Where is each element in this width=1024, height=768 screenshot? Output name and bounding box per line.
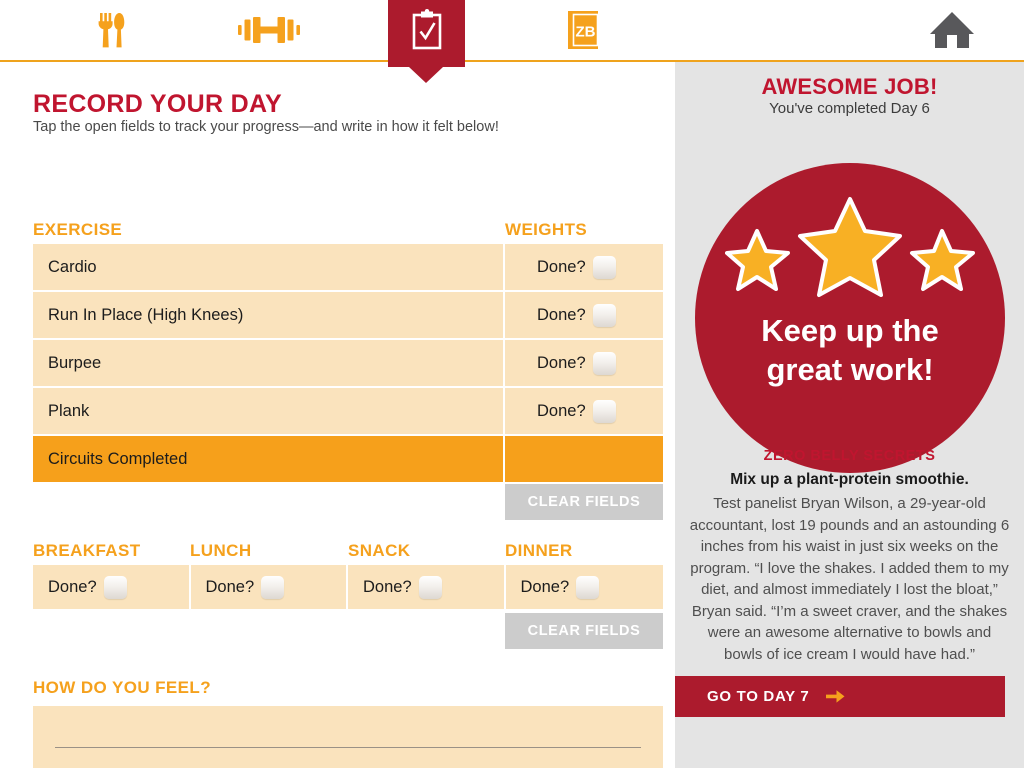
dumbbell-icon	[237, 15, 300, 45]
column-header-snack: SNACK	[348, 541, 411, 560]
zero-belly-secrets-kicker: ZERO BELLY SECRETS	[763, 448, 936, 464]
table-row[interactable]: Run In Place (High Knees) Done?	[33, 292, 663, 338]
go-to-day-7-button[interactable]: GO TO DAY 7	[675, 676, 1005, 717]
completion-badge: Keep up the great work!	[695, 163, 1005, 473]
three-stars-icon	[725, 197, 975, 297]
meals-clear-row: CLEAR FIELDS	[33, 613, 663, 649]
sidebar-subtitle: You've completed Day 6	[769, 100, 930, 117]
table-row[interactable]: Cardio Done?	[33, 244, 663, 290]
done-label: Done?	[363, 577, 412, 596]
done-checkbox[interactable]	[103, 575, 127, 599]
exercise-done-cell[interactable]: Done?	[505, 388, 663, 434]
exercise-name: Run In Place (High Knees)	[33, 292, 503, 338]
nav-item-record-active[interactable]	[388, 0, 465, 67]
exercise-done-cell[interactable]: Done?	[505, 340, 663, 386]
clear-fields-button-meals[interactable]: CLEAR FIELDS	[505, 613, 663, 649]
badge-message-line1: Keep up the	[761, 313, 939, 348]
record-panel: RECORD YOUR DAY Tap the open fields to t…	[0, 62, 675, 768]
top-navigation-bar: ZB	[0, 0, 1024, 83]
meal-cell-lunch[interactable]: Done?	[190, 565, 346, 609]
clear-fields-button-exercise[interactable]: CLEAR FIELDS	[505, 484, 663, 520]
done-checkbox[interactable]	[592, 351, 616, 375]
nav-item-eat[interactable]	[72, 0, 149, 60]
exercise-done-cell[interactable]: Done?	[505, 292, 663, 338]
done-checkbox[interactable]	[592, 255, 616, 279]
exercise-name: Burpee	[33, 340, 503, 386]
badge-message-line2: great work!	[766, 352, 934, 387]
nav-item-zb[interactable]: ZB	[546, 0, 623, 60]
column-header-dinner: DINNER	[505, 541, 573, 560]
circuits-input-cell[interactable]	[505, 436, 663, 482]
write-in-line	[55, 747, 641, 748]
done-label: Done?	[537, 257, 586, 276]
done-label: Done?	[537, 353, 586, 372]
arrow-right-icon	[826, 689, 845, 704]
column-header-lunch: LUNCH	[190, 541, 252, 560]
done-label: Done?	[537, 305, 586, 324]
home-icon	[929, 10, 975, 50]
done-label: Done?	[205, 577, 255, 596]
meal-cell-breakfast[interactable]: Done?	[33, 565, 189, 609]
exercise-table: Cardio Done? Run In Place (High Knees) D…	[33, 244, 663, 520]
zero-belly-secrets-lead: Mix up a plant-protein smoothie.	[730, 471, 969, 488]
fork-and-knife-icon	[96, 11, 126, 49]
exercise-name: Plank	[33, 388, 503, 434]
table-row[interactable]: Circuits Completed	[33, 436, 663, 482]
nav-item-home[interactable]	[913, 0, 990, 60]
column-header-exercise: EXERCISE	[33, 220, 123, 239]
done-checkbox[interactable]	[592, 399, 616, 423]
app-root: ZB RECORD YOUR DAY Tap the open fields t…	[0, 0, 1024, 768]
meal-cell-snack[interactable]: Done?	[348, 565, 504, 609]
nav-item-move[interactable]	[230, 0, 307, 60]
badge-message: Keep up the great work!	[695, 311, 1005, 389]
go-to-day-7-label: GO TO DAY 7	[707, 688, 810, 705]
zero-belly-secrets-body: Test panelist Bryan Wilson, a 29-year-ol…	[689, 495, 1010, 663]
column-header-weights: WEIGHTS	[505, 220, 588, 239]
clipboard-check-icon	[409, 9, 445, 58]
done-label: Done?	[48, 577, 97, 596]
how-do-you-feel-heading: HOW DO YOU FEEL?	[33, 678, 211, 697]
table-row[interactable]: Plank Done?	[33, 388, 663, 434]
exercise-done-cell[interactable]: Done?	[505, 244, 663, 290]
done-checkbox[interactable]	[592, 303, 616, 327]
how-do-you-feel-input[interactable]	[33, 706, 663, 768]
done-label: Done?	[520, 577, 570, 596]
done-checkbox[interactable]	[418, 575, 442, 599]
meal-cell-dinner[interactable]: Done?	[505, 565, 663, 609]
zb-book-icon: ZB	[565, 8, 605, 52]
page-title: RECORD YOUR DAY	[33, 90, 282, 118]
table-row[interactable]: Burpee Done?	[33, 340, 663, 386]
nav-active-pointer	[409, 67, 443, 83]
done-label: Done?	[537, 401, 586, 420]
svg-text:ZB: ZB	[575, 24, 595, 41]
page-subtitle: Tap the open fields to track your progre…	[33, 119, 499, 135]
sidebar-title: AWESOME JOB!	[761, 74, 938, 99]
sidebar-panel: AWESOME JOB! You've completed Day 6 Keep…	[675, 62, 1024, 768]
done-checkbox[interactable]	[576, 575, 600, 599]
stars-group	[695, 191, 1005, 301]
exercise-clear-row: CLEAR FIELDS	[33, 484, 663, 520]
done-checkbox[interactable]	[261, 575, 285, 599]
meal-fields-row: Done? Done? Done? Done?	[33, 565, 663, 609]
exercise-name: Cardio	[33, 244, 503, 290]
column-header-breakfast: BREAKFAST	[33, 541, 141, 560]
exercise-name: Circuits Completed	[33, 436, 503, 482]
